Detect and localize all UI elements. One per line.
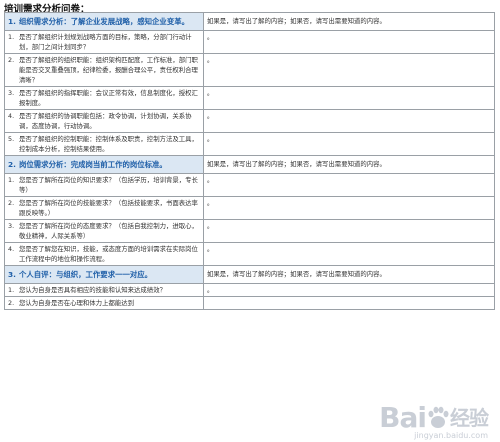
question-cell: 3. 是否了解组织的指挥职能：会议正常有效，信息制度化，授权汇报制度。 (4, 86, 204, 110)
answer-cell[interactable]: 。 (203, 109, 495, 133)
question-cell: 1. 您是否了解所在岗位的知识要求？（包括学历，培训背景，专长等） (4, 173, 204, 197)
question-cell: 1. 您认为自身是否具有相应的技能和认知来达成绩效？ (4, 283, 204, 297)
watermark-logo-left: Bai (379, 401, 427, 434)
answer-cell[interactable]: 。 (203, 242, 495, 266)
question-row: 4. 您是否了解您在知识，技能，或态度方面的培训需求在实际岗位工作流程中的地位和操… (4, 242, 495, 266)
paw-icon (428, 406, 449, 428)
question-cell: 2. 您是否了解所在岗位的技能要求？（包括技能要求，书面表达率跟反映等。） (4, 196, 204, 220)
section-instruction: 如果是，请写出了解的内容；如果否，请写出需要知道的内容。 (203, 12, 495, 31)
survey-table: 1. 组织需求分析：了解企业发展战略，感知企业变革。 如果是，请写出了解的内容；如… (4, 12, 495, 310)
question-cell: 4. 是否了解组织的协调职能包括：政令协调，计划协调，关系协调，态度协调，行动协调… (4, 109, 204, 133)
question-row: 3. 是否了解组织的指挥职能：会议正常有效，信息制度化，授权汇报制度。 。 (4, 86, 495, 110)
watermark-url: jingyan.baidu.com (414, 431, 488, 440)
section-title: 2. 岗位需求分析：完成岗当前工作的岗位标准。 (4, 155, 204, 174)
section-header-position: 2. 岗位需求分析：完成岗当前工作的岗位标准。 如果是，请写出了解的内容；如果否，… (4, 155, 495, 174)
question-cell: 4. 您是否了解您在知识，技能，或态度方面的培训需求在实际岗位工作流程中的地位和操… (4, 242, 204, 266)
question-row: 2. 是否了解组织的组织职能：组织架构匹配度，工作标准，部门职能是否交叉重叠强顶，… (4, 53, 495, 87)
question-row: 4. 是否了解组织的协调职能包括：政令协调，计划协调，关系协调，态度协调，行动协调… (4, 109, 495, 133)
answer-cell[interactable]: 。 (203, 53, 495, 87)
section-title: 3. 个人自评：与组织，工作要求一一对应。 (4, 265, 204, 284)
question-cell: 5. 是否了解组织的控制职能：控制体系及职责，控制方法及工具，控制成本分析，控制结… (4, 132, 204, 156)
question-row: 3. 您是否了解所在岗位的态度要求？（包括自我控制力，进取心，敬业精神，人际关系等… (4, 219, 495, 243)
question-row: 1. 您是否了解所在岗位的知识要求？（包括学历，培训背景，专长等） 。 (4, 173, 495, 197)
question-row: 2. 您是否了解所在岗位的技能要求？（包括技能要求，书面表达率跟反映等。） 。 (4, 196, 495, 220)
answer-cell[interactable]: 。 (203, 173, 495, 197)
section-header-organization: 1. 组织需求分析：了解企业发展战略，感知企业变革。 如果是，请写出了解的内容；如… (4, 12, 495, 31)
question-cell: 2. 是否了解组织的组织职能：组织架构匹配度，工作标准，部门职能是否交叉重叠强顶，… (4, 53, 204, 87)
answer-cell[interactable]: 。 (203, 30, 495, 54)
answer-cell[interactable]: 。 (203, 196, 495, 220)
answer-cell[interactable]: 。 (203, 86, 495, 110)
section-instruction: 如果是，请写出了解的内容；如果否，请写出需要知道的内容。 (203, 265, 495, 284)
baidu-jingyan-watermark: Bai 经验 jingyan.baidu.com (379, 401, 489, 441)
answer-cell[interactable]: 。 (203, 132, 495, 156)
answer-cell[interactable]: 。 (203, 219, 495, 243)
question-cell: 2. 您认为自身是否在心理和体力上都能达到 (4, 296, 204, 310)
question-row: 1. 您认为自身是否具有相应的技能和认知来达成绩效？ 。 (4, 283, 495, 297)
question-cell: 3. 您是否了解所在岗位的态度要求？（包括自我控制力，进取心，敬业精神，人际关系等… (4, 219, 204, 243)
question-cell: 1. 是否了解组织计划规划战略方面的目标，策略，分部门行动计划，部门之间计划同步？ (4, 30, 204, 54)
section-header-self-assessment: 3. 个人自评：与组织，工作要求一一对应。 如果是，请写出了解的内容；如果否，请写… (4, 265, 495, 284)
watermark-logo-right: 经验 (450, 406, 489, 430)
answer-cell[interactable] (203, 296, 495, 310)
question-row: 2. 您认为自身是否在心理和体力上都能达到 (4, 296, 495, 310)
question-row: 5. 是否了解组织的控制职能：控制体系及职责，控制方法及工具，控制成本分析，控制结… (4, 132, 495, 156)
section-title: 1. 组织需求分析：了解企业发展战略，感知企业变革。 (4, 12, 204, 31)
section-instruction: 如果是，请写出了解的内容；如果否，请写出需要知道的内容。 (203, 155, 495, 174)
answer-cell[interactable]: 。 (203, 283, 495, 297)
question-row: 1. 是否了解组织计划规划战略方面的目标，策略，分部门行动计划，部门之间计划同步？… (4, 30, 495, 54)
